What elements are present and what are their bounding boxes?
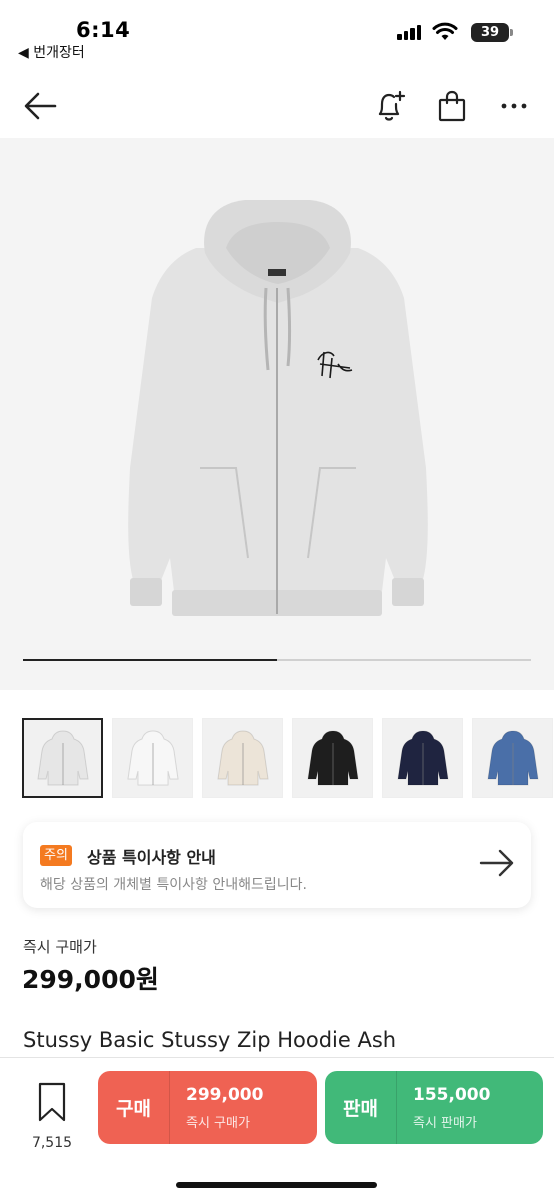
carousel-progress-track xyxy=(23,659,531,661)
product-image-carousel[interactable] xyxy=(0,138,554,690)
sell-label: 판매 xyxy=(325,1071,397,1144)
hoodie-thumbnail-image xyxy=(216,730,269,786)
more-options-button[interactable] xyxy=(494,84,534,128)
hoodie-product-image xyxy=(128,200,428,616)
bell-plus-icon xyxy=(378,90,406,121)
hoodie-thumbnail-image xyxy=(486,730,539,786)
status-time: 6:14 xyxy=(76,18,131,42)
home-indicator xyxy=(176,1182,377,1188)
thumbnail-item[interactable] xyxy=(292,718,373,798)
cart-button[interactable] xyxy=(432,84,472,128)
cellular-signal-icon xyxy=(397,24,423,40)
notice-title: 상품 특이사항 안내 xyxy=(87,848,216,867)
top-nav-bar xyxy=(0,76,554,138)
buy-button[interactable]: 구매 299,000 즉시 구매가 xyxy=(98,1071,317,1144)
battery-icon: 39 xyxy=(471,23,513,42)
thumbnail-item[interactable] xyxy=(112,718,193,798)
buy-price: 299,000 xyxy=(186,1085,264,1105)
thumbnail-strip xyxy=(22,718,554,800)
carousel-progress-fill xyxy=(23,659,277,661)
back-button[interactable] xyxy=(20,84,60,128)
sell-button[interactable]: 판매 155,000 즉시 판매가 xyxy=(325,1071,543,1144)
sell-price-caption: 즉시 판매가 xyxy=(413,1116,477,1131)
more-icon xyxy=(501,103,527,109)
thumbnail-item[interactable] xyxy=(472,718,553,798)
product-name: Stussy Basic Stussy Zip Hoodie Ash xyxy=(23,1028,397,1052)
product-notice-card[interactable]: 주의 상품 특이사항 안내 해당 상품의 개체별 특이사항 안내해드립니다. xyxy=(23,822,531,908)
shopping-bag-icon xyxy=(438,90,466,122)
wifi-icon xyxy=(432,22,458,40)
bottom-action-bar: 7,515 구매 299,000 즉시 구매가 판매 155,000 즉시 판매… xyxy=(0,1058,554,1200)
back-to-app-link[interactable]: ◀ 번개장터 xyxy=(18,42,85,62)
arrow-left-icon xyxy=(24,92,57,120)
thumbnail-item[interactable] xyxy=(382,718,463,798)
alert-button[interactable] xyxy=(370,84,410,128)
hoodie-thumbnail-image xyxy=(396,730,449,786)
notice-description: 해당 상품의 개체별 특이사항 안내해드립니다. xyxy=(40,877,307,893)
arrow-right-icon xyxy=(479,849,514,877)
price-label: 즉시 구매가 xyxy=(23,938,97,956)
thumbnail-item[interactable] xyxy=(202,718,283,798)
hoodie-thumbnail-image xyxy=(306,730,359,786)
status-bar: 6:14 ◀ 번개장터 39 xyxy=(0,0,554,62)
thumbnail-item[interactable] xyxy=(22,718,103,798)
bookmark-button[interactable]: 7,515 xyxy=(28,1080,76,1151)
bookmark-icon xyxy=(38,1082,66,1122)
hoodie-thumbnail-image xyxy=(36,730,89,786)
bookmark-count: 7,515 xyxy=(31,1135,73,1151)
buy-label: 구매 xyxy=(98,1071,170,1144)
buy-price-caption: 즉시 구매가 xyxy=(186,1116,250,1131)
hoodie-thumbnail-image xyxy=(126,730,179,786)
caution-badge: 주의 xyxy=(40,845,72,866)
sell-price: 155,000 xyxy=(413,1085,491,1105)
price-value: 299,000원 xyxy=(22,965,159,994)
